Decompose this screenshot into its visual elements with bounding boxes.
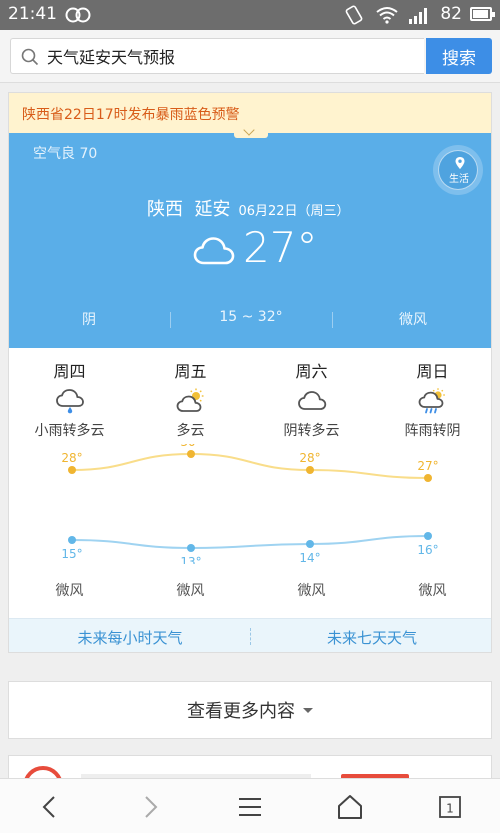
search-input[interactable]	[47, 42, 417, 70]
low-temp-point	[306, 540, 314, 548]
signal-icon	[409, 8, 427, 24]
forecast-day: 周五 多云	[130, 358, 251, 440]
high-temp-point	[306, 466, 314, 474]
current-wind: 微风	[399, 312, 427, 328]
current-stats: 阴 15 ~ 32° 微风	[9, 309, 491, 331]
day-name: 周日	[416, 362, 449, 381]
high-temp-label: 30°	[180, 444, 201, 449]
city: 延安	[194, 199, 231, 220]
seven-day-forecast-link[interactable]: 未来七天天气	[251, 627, 491, 648]
back-icon[interactable]	[36, 793, 64, 821]
location-pin-icon	[455, 157, 465, 169]
low-temp-point	[187, 544, 195, 552]
status-time: 21:41	[8, 4, 57, 24]
battery-level: 82	[440, 4, 462, 24]
forecast-section: 周四 小雨转多云 周五 多云 周六 阴转多云 周日 阵雨转阴 28° 28° 2…	[9, 348, 491, 618]
cloud-icon	[193, 237, 235, 265]
high-temp-point	[187, 450, 195, 458]
rain-icon	[55, 389, 84, 414]
partly-cloudy-icon	[176, 388, 203, 412]
high-temp-line	[71, 452, 429, 479]
battery-icon	[470, 7, 495, 21]
temperature-chart: 28° 30° 28° 27° 15° 13° 14° 16°	[61, 444, 438, 564]
forward-icon[interactable]	[136, 793, 164, 821]
low-temp-label: 14°	[299, 551, 320, 564]
low-temp-point	[68, 536, 76, 544]
day-wind: 微风	[297, 583, 326, 599]
temperature-range: 15 ~ 32°	[219, 309, 283, 325]
rotation-icon	[345, 5, 363, 25]
location-line: 陕西 延安 06月22日（周三）	[147, 195, 350, 221]
high-temp-point	[68, 466, 76, 474]
search-icon	[21, 48, 39, 66]
search-bar: 搜索	[0, 30, 500, 83]
current-temperature: 27°	[243, 223, 318, 272]
browser-navbar: 1	[0, 778, 500, 833]
day-wind: 微风	[418, 583, 447, 599]
day-name: 周六	[295, 362, 328, 381]
current-condition: 阴	[82, 312, 96, 328]
hourly-forecast-link[interactable]: 未来每小时天气	[9, 627, 251, 648]
shower-icon	[418, 388, 445, 414]
high-temp-label: 28°	[299, 451, 320, 465]
search-box	[10, 38, 424, 74]
low-temp-label: 15°	[61, 547, 82, 561]
low-temp-line	[71, 535, 429, 550]
alert-expand-toggle[interactable]	[234, 124, 268, 138]
svg-text:1: 1	[446, 802, 454, 816]
home-icon[interactable]	[336, 793, 364, 821]
high-temp-label: 27°	[417, 459, 438, 473]
province: 陕西	[147, 199, 183, 220]
life-label: 生活	[449, 174, 469, 185]
forecast-day: 周六 阴转多云	[251, 358, 372, 440]
weather-card: 陕西省22日17时发布暴雨蓝色预警 空气良 70 生活 陕西 延安 06月22日（…	[8, 92, 492, 653]
high-temp-point	[424, 474, 432, 482]
current-weather: 空气良 70 生活 陕西 延安 06月22日（周三） 27° 阴 15 ~ 32°…	[9, 133, 491, 348]
status-bar: 21:41 82	[0, 0, 500, 30]
day-name: 周四	[53, 362, 86, 381]
day-wind: 微风	[176, 583, 205, 599]
alert-text: 陕西省22日17时发布暴雨蓝色预警	[22, 107, 240, 123]
day-condition: 多云	[176, 423, 205, 439]
link-rings-icon	[65, 7, 91, 23]
menu-icon[interactable]	[236, 793, 264, 821]
forecast-links: 未来每小时天气 未来七天天气	[9, 618, 491, 652]
weather-alert[interactable]: 陕西省22日17时发布暴雨蓝色预警	[9, 93, 491, 138]
low-temp-point	[424, 532, 432, 540]
day-condition: 阵雨转阴	[404, 423, 461, 439]
cloud-icon	[297, 391, 326, 410]
more-content-button[interactable]: 查看更多内容	[8, 681, 492, 739]
forecast-day: 周日 阵雨转阴	[372, 358, 491, 440]
day-condition: 阴转多云	[283, 423, 340, 439]
caret-down-icon	[303, 707, 313, 713]
low-temp-label: 16°	[417, 543, 438, 557]
air-quality: 空气良 70	[33, 146, 98, 162]
life-button[interactable]: 生活	[433, 145, 483, 195]
wifi-icon	[376, 7, 398, 24]
tabs-icon[interactable]: 1	[436, 793, 464, 821]
chevron-down-icon	[243, 124, 255, 136]
more-content-label: 查看更多内容	[187, 701, 295, 722]
search-button[interactable]: 搜索	[426, 38, 492, 74]
low-temp-label: 13°	[180, 555, 201, 564]
high-temp-label: 28°	[61, 451, 82, 465]
day-name: 周五	[174, 362, 207, 381]
current-date: 06月22日（周三）	[238, 204, 350, 219]
forecast-day: 周四 小雨转多云	[9, 358, 130, 440]
day-wind: 微风	[55, 583, 84, 599]
day-condition: 小雨转多云	[34, 423, 105, 439]
